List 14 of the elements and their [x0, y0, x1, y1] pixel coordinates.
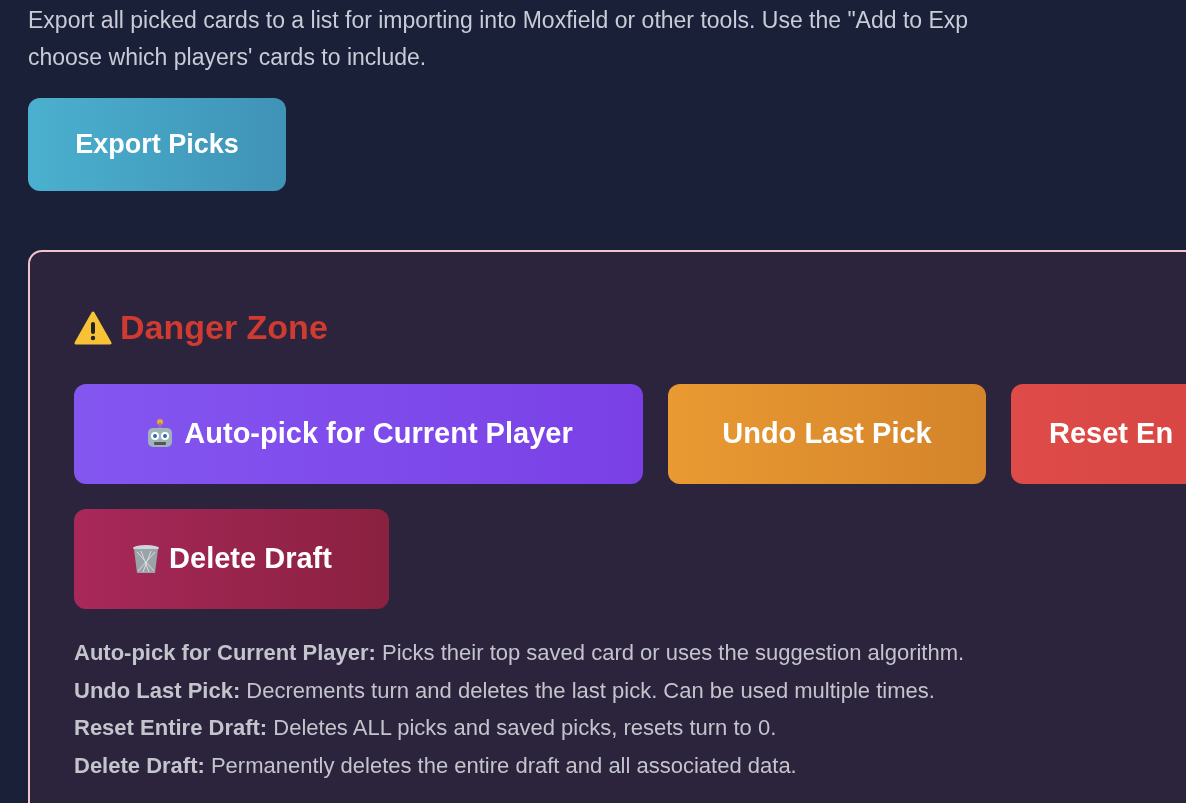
export-description: choose which players' cards to include. — [28, 43, 428, 72]
help-text: Reset Entire Draft: Deletes ALL picks and saved picks, resets turn to 0. — [74, 714, 778, 742]
danger-zone-title: Danger Zone — [120, 307, 328, 348]
trash-icon — [131, 543, 162, 575]
auto-pick-button[interactable]: Auto-pick for Current Player — [74, 384, 643, 484]
undo-button[interactable]: Undo Last Pick — [668, 384, 986, 484]
help-text: Auto-pick for Current Player: Picks their top saved card or uses the suggestion algorithm. — [74, 639, 966, 667]
export-description: Export all picked cards to a list for importing into Moxfield or other tools. Use the "Add to Exp — [28, 6, 970, 35]
help-text: Undo Last Pick: Decrements turn and deletes the last pick. Can be used multiple times. — [74, 676, 936, 705]
export-button[interactable]: Export Picks — [28, 98, 286, 191]
delete-button[interactable]: Delete Draft — [74, 509, 389, 609]
warning-icon — [74, 310, 112, 345]
help-text: Delete Draft: Permanently deletes the entire draft and all associated data. — [74, 751, 798, 780]
reset-button[interactable]: Reset En — [1011, 384, 1186, 484]
